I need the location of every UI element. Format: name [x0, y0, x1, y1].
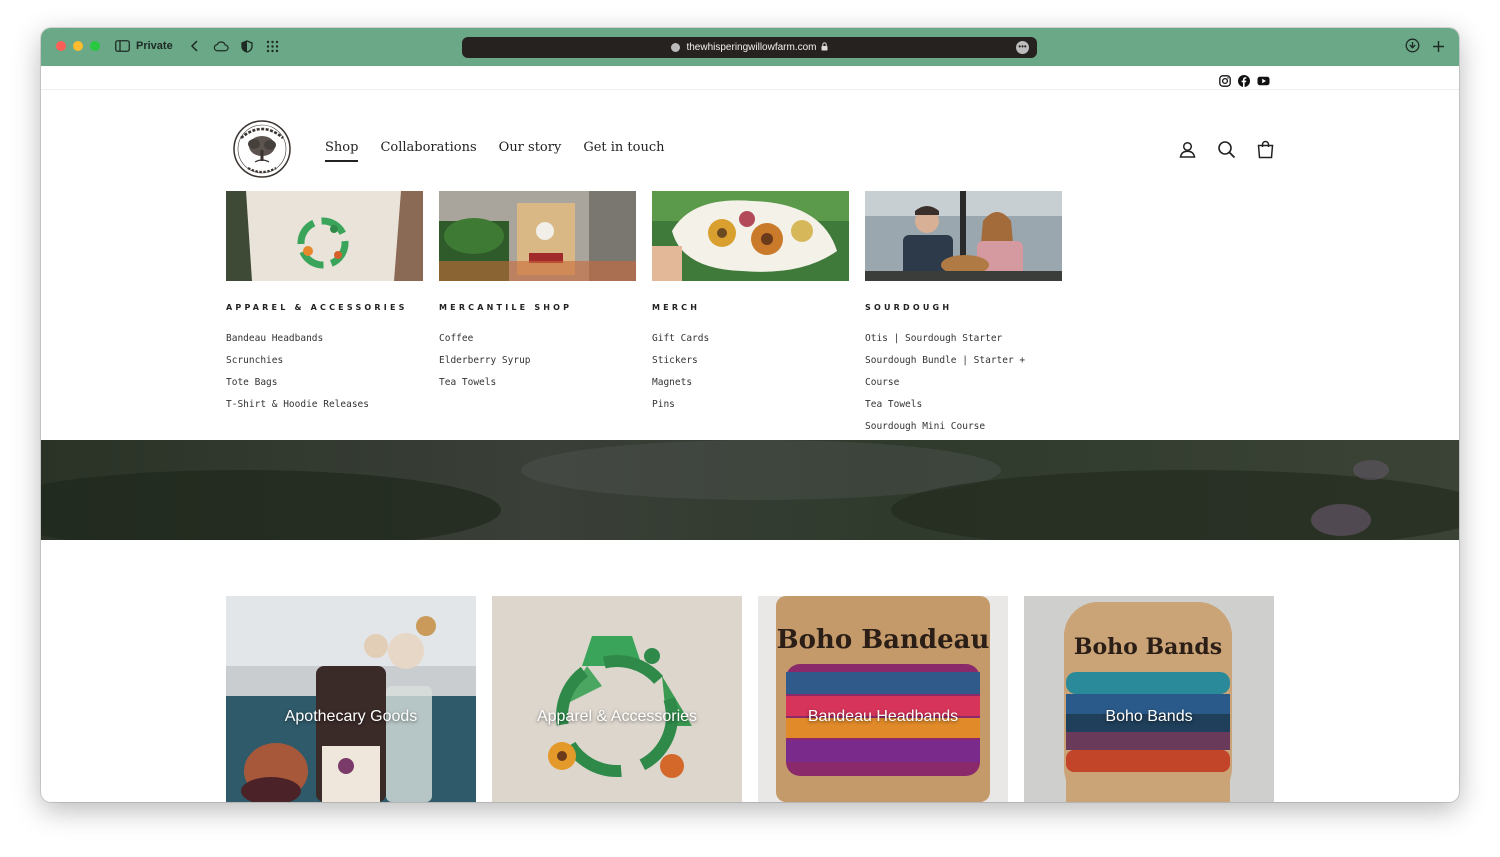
browser-toolbar: Private thewhisperingwillowfarm.com ••• — [41, 28, 1459, 66]
close-window-button[interactable] — [56, 41, 66, 51]
menu-column-sourdough: SOURDOUGH Otis | Sourdough Starter Sourd… — [865, 191, 1062, 438]
nav-item-our-story[interactable]: Our story — [499, 140, 562, 162]
zoom-window-button[interactable] — [90, 41, 100, 51]
menu-heading: MERCANTILE SHOP — [439, 303, 573, 312]
grid-icon[interactable] — [265, 38, 281, 54]
menu-column-merch: MERCH Gift Cards Stickers Magnets Pins — [652, 191, 849, 438]
announcement-bar — [41, 66, 1459, 90]
menu-link-sourdough-bundle[interactable]: Sourdough Bundle | Starter + Course — [865, 350, 1062, 394]
menu-link-magnets[interactable]: Magnets — [652, 372, 849, 394]
toolbar-right — [1405, 38, 1445, 57]
site-logo[interactable] — [227, 118, 297, 180]
nav-item-collaborations[interactable]: Collaborations — [380, 140, 476, 162]
search-icon[interactable] — [1217, 140, 1236, 159]
hero-banner-image — [41, 440, 1459, 540]
menu-column-apparel: APPAREL & ACCESSORIES Bandeau Headbands … — [226, 191, 423, 438]
menu-link-bandeau-headbands[interactable]: Bandeau Headbands — [226, 328, 423, 350]
download-icon[interactable] — [1405, 38, 1420, 57]
shield-icon[interactable] — [239, 38, 255, 54]
minimize-window-button[interactable] — [73, 41, 83, 51]
menu-link-tote-bags[interactable]: Tote Bags — [226, 372, 423, 394]
collection-tile-apothecary[interactable]: Apothecary Goods — [226, 596, 476, 802]
menu-link-sourdough-mini-course[interactable]: Sourdough Mini Course — [865, 416, 1062, 438]
sourdough-thumbnail-image[interactable] — [865, 191, 1062, 281]
svg-text:Boho Bandeau: Boho Bandeau — [777, 625, 990, 655]
menu-link-otis-sourdough-starter[interactable]: Otis | Sourdough Starter — [865, 328, 1062, 350]
menu-link-scrunchies[interactable]: Scrunchies — [226, 350, 423, 372]
collection-label: Apothecary Goods — [284, 708, 418, 725]
lock-icon — [821, 42, 828, 53]
menu-link-stickers[interactable]: Stickers — [652, 350, 849, 372]
site-favicon-icon — [671, 43, 681, 52]
menu-link-gift-cards[interactable]: Gift Cards — [652, 328, 849, 350]
menu-column-mercantile: MERCANTILE SHOP Coffee Elderberry Syrup … — [439, 191, 636, 438]
menu-link-tea-towels[interactable]: Tea Towels — [865, 394, 1062, 416]
nav-item-shop[interactable]: Shop — [325, 140, 359, 162]
collection-grid: Apothecary Goods Apparel & Accessories B… — [226, 596, 1274, 802]
merch-thumbnail-image[interactable] — [652, 191, 849, 281]
back-icon[interactable] — [187, 38, 203, 54]
nav-item-get-in-touch[interactable]: Get in touch — [583, 140, 664, 162]
menu-link-tea-towels[interactable]: Tea Towels — [439, 372, 636, 394]
url-text: thewhisperingwillowfarm.com — [686, 42, 817, 53]
instagram-icon[interactable] — [1219, 72, 1231, 87]
sidebar-icon[interactable] — [114, 38, 130, 54]
menu-link-tshirt-hoodie[interactable]: T-Shirt & Hoodie Releases — [226, 394, 423, 416]
youtube-icon[interactable] — [1257, 72, 1270, 86]
browser-window: Private thewhisperingwillowfarm.com ••• — [41, 28, 1459, 802]
collection-tile-bandeau[interactable]: Boho Bandeau Bandeau Headbands — [758, 596, 1008, 802]
new-tab-icon[interactable] — [1432, 38, 1445, 57]
menu-link-pins[interactable]: Pins — [652, 394, 849, 416]
window-controls — [56, 41, 100, 51]
collection-label: Boho Bands — [1105, 708, 1193, 725]
menu-heading: APPAREL & ACCESSORIES — [226, 303, 408, 312]
cart-icon[interactable] — [1256, 140, 1275, 159]
facebook-icon[interactable] — [1238, 72, 1250, 87]
private-mode-label: Private — [136, 40, 173, 52]
svg-text:Boho Bands: Boho Bands — [1074, 634, 1222, 660]
mercantile-thumbnail-image[interactable] — [439, 191, 636, 281]
more-options-icon[interactable]: ••• — [1016, 41, 1029, 54]
account-icon[interactable] — [1178, 140, 1197, 159]
collection-tile-apparel[interactable]: Apparel & Accessories — [492, 596, 742, 802]
menu-link-elderberry-syrup[interactable]: Elderberry Syrup — [439, 350, 636, 372]
menu-link-coffee[interactable]: Coffee — [439, 328, 636, 350]
collection-label: Bandeau Headbands — [807, 708, 959, 725]
social-links — [1219, 72, 1270, 87]
cloud-icon[interactable] — [213, 38, 229, 54]
collection-tile-boho-bands[interactable]: Boho Bands Boho Bands — [1024, 596, 1274, 802]
collection-label: Apparel & Accessories — [536, 708, 698, 725]
menu-heading: MERCH — [652, 303, 701, 312]
toolbar-left: Private — [114, 38, 281, 54]
shop-mega-menu: APPAREL & ACCESSORIES Bandeau Headbands … — [226, 191, 1062, 438]
menu-heading: SOURDOUGH — [865, 303, 953, 312]
apparel-thumbnail-image[interactable] — [226, 191, 423, 281]
address-bar[interactable]: thewhisperingwillowfarm.com ••• — [462, 37, 1037, 58]
main-nav: Shop Collaborations Our story Get in tou… — [325, 140, 665, 162]
header-actions — [1178, 140, 1275, 159]
